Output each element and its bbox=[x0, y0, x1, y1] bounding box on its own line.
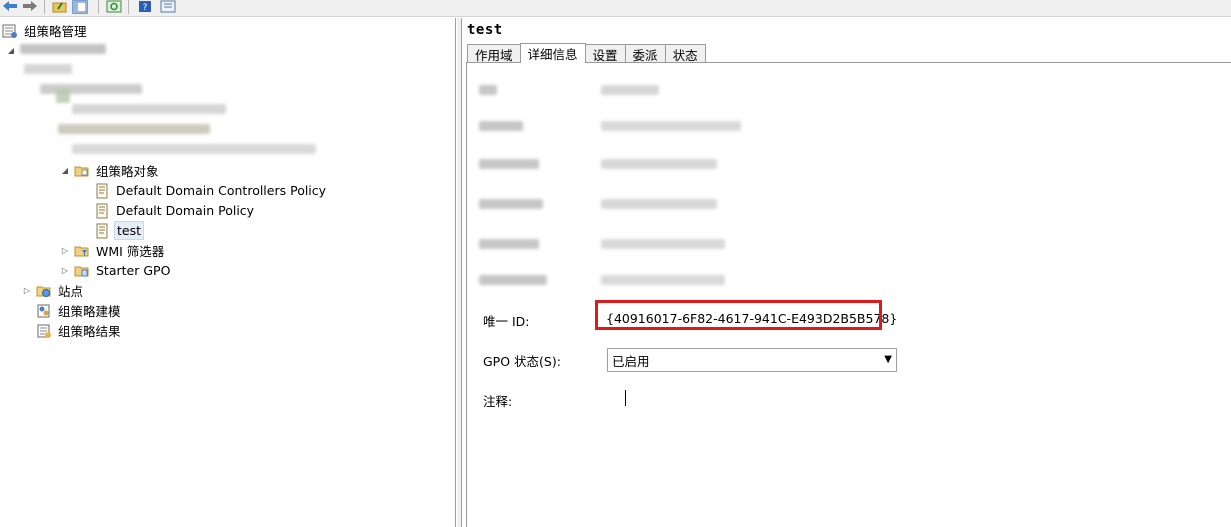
wmi-filter-folder-icon bbox=[74, 243, 90, 259]
highlight-box bbox=[595, 300, 882, 330]
unique-id-label: 唯一 ID: bbox=[483, 314, 530, 329]
help-icon[interactable]: ? bbox=[138, 0, 154, 14]
tab-strip: 作用域 详细信息 设置 委派 状态 bbox=[467, 43, 706, 63]
tree-item-forest[interactable]: ◢ bbox=[6, 41, 20, 60]
tree-label: 组策略管理 bbox=[24, 24, 87, 39]
tree-item-group-policy-management[interactable]: 组策略管理 bbox=[2, 21, 89, 40]
gpo-scroll-icon bbox=[94, 203, 110, 219]
tree-item-gpo-selected[interactable]: test bbox=[94, 221, 145, 240]
collapsed-arrow-icon[interactable]: ▷ bbox=[60, 246, 70, 256]
tree-label: 组策略结果 bbox=[58, 324, 121, 339]
gpo-title: test bbox=[467, 22, 503, 38]
chevron-down-icon: ▼ bbox=[884, 354, 892, 365]
folder-icon bbox=[74, 163, 90, 179]
gpo-status-value: 已启用 bbox=[612, 353, 650, 369]
results-icon bbox=[36, 323, 52, 339]
collapsed-arrow-icon[interactable]: ▷ bbox=[60, 266, 70, 276]
tree-item-sites[interactable]: ▷ 站点 bbox=[22, 281, 85, 300]
tab-delegation[interactable]: 委派 bbox=[624, 44, 666, 63]
tree-item-gp-modeling[interactable]: 组策略建模 bbox=[36, 301, 123, 320]
tree-label: WMI 筛选器 bbox=[96, 244, 165, 259]
back-arrow-icon[interactable] bbox=[2, 0, 18, 14]
gpo-scroll-icon bbox=[94, 183, 110, 199]
tree-label: Default Domain Controllers Policy bbox=[116, 183, 327, 198]
details-tab-panel: 唯一 ID: {40916017-6F82-4617-941C-E493D2B5… bbox=[466, 62, 1231, 527]
tree-item-gp-results[interactable]: 组策略结果 bbox=[36, 321, 123, 340]
gpo-details-pane: test 作用域 详细信息 设置 委派 状态 唯一 ID: {40916017-… bbox=[461, 18, 1231, 527]
expanded-arrow-icon[interactable]: ◢ bbox=[60, 166, 70, 176]
expanded-arrow-icon[interactable]: ◢ bbox=[6, 46, 16, 56]
tree-item-gpo[interactable]: Default Domain Controllers Policy bbox=[94, 181, 328, 200]
tab-status[interactable]: 状态 bbox=[664, 44, 706, 63]
gpo-scroll-icon bbox=[94, 223, 110, 239]
tree-label: 站点 bbox=[58, 284, 84, 299]
sites-icon bbox=[36, 283, 52, 299]
toolbar: ? bbox=[0, 0, 1231, 17]
tab-settings[interactable]: 设置 bbox=[584, 44, 626, 63]
tree-item-gpo[interactable]: Default Domain Policy bbox=[94, 201, 256, 220]
svg-text:?: ? bbox=[143, 3, 148, 13]
forward-arrow-icon[interactable] bbox=[22, 0, 38, 14]
tree-item-gpo-folder[interactable]: ◢ 组策略对象 bbox=[60, 161, 161, 180]
tree-label: 组策略建模 bbox=[58, 304, 121, 319]
gpo-status-select[interactable]: 已启用 ▼ bbox=[607, 348, 897, 372]
folder-up-icon[interactable] bbox=[52, 0, 68, 14]
collapsed-arrow-icon[interactable]: ▷ bbox=[22, 286, 32, 296]
tree-label: test bbox=[114, 221, 145, 240]
tree-label: Default Domain Policy bbox=[116, 203, 255, 218]
tab-scope[interactable]: 作用域 bbox=[467, 44, 521, 63]
comment-label: 注释: bbox=[483, 394, 513, 409]
refresh-icon[interactable] bbox=[106, 0, 122, 14]
properties-icon[interactable] bbox=[160, 0, 176, 14]
modeling-icon bbox=[36, 303, 52, 319]
comment-field[interactable] bbox=[625, 390, 626, 406]
tab-details[interactable]: 详细信息 bbox=[519, 43, 586, 63]
gpo-status-label: GPO 状态(S): bbox=[483, 354, 561, 369]
tree-item-wmi-filters[interactable]: ▷ WMI 筛选器 bbox=[60, 241, 166, 260]
gpm-console-icon bbox=[2, 23, 18, 39]
starter-gpo-folder-icon bbox=[74, 263, 90, 279]
tree-label: 组策略对象 bbox=[96, 164, 159, 179]
tree-item-starter-gpos[interactable]: ▷ Starter GPO bbox=[60, 261, 172, 280]
console-tree: 组策略管理 ◢ ◢ 组策略对象 Default Domain Controlle… bbox=[0, 18, 456, 527]
show-hide-tree-icon[interactable] bbox=[72, 0, 88, 14]
tree-label: Starter GPO bbox=[96, 263, 171, 278]
